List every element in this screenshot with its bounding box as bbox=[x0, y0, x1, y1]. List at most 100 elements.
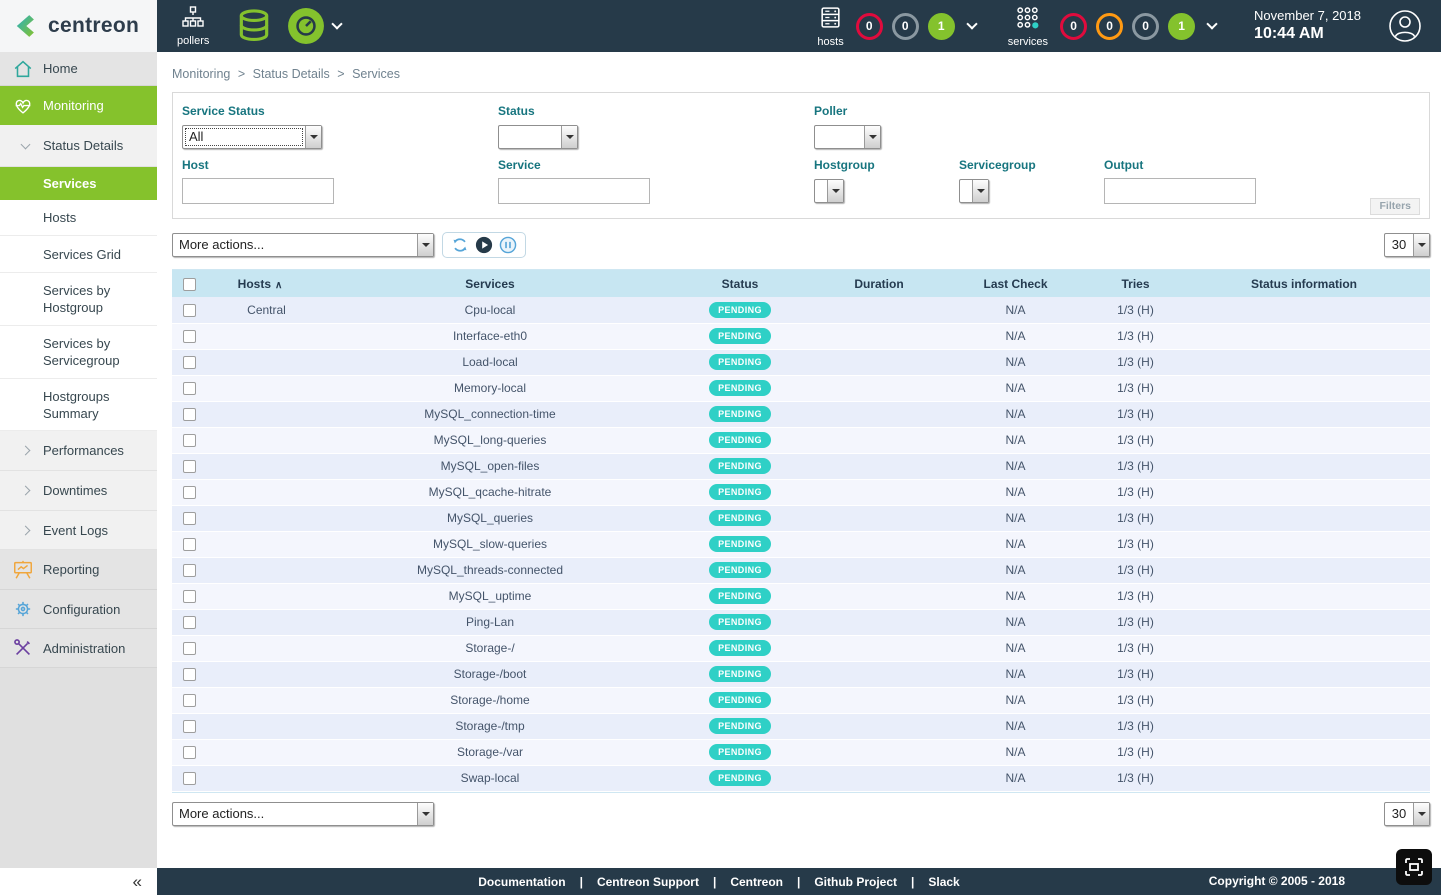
services-chevron-icon[interactable] bbox=[1206, 18, 1217, 29]
host-cell[interactable] bbox=[200, 323, 320, 349]
row-checkbox[interactable] bbox=[183, 408, 196, 421]
column-header-hosts[interactable]: Hosts∧ bbox=[200, 270, 320, 297]
services-warning-counter[interactable]: 0 bbox=[1096, 13, 1123, 40]
service-cell[interactable]: MySQL_long-queries bbox=[320, 427, 660, 453]
table-row[interactable]: Central Cpu-local PENDING N/A 1/3 (H) bbox=[172, 297, 1430, 323]
service-cell[interactable]: MySQL_queries bbox=[320, 505, 660, 531]
gauge-status-icon[interactable] bbox=[287, 7, 325, 45]
sidebar-item-services[interactable]: Services bbox=[0, 167, 157, 200]
column-header-duration[interactable]: Duration bbox=[820, 270, 938, 297]
host-cell[interactable] bbox=[200, 401, 320, 427]
row-checkbox[interactable] bbox=[183, 720, 196, 733]
service-cell[interactable]: Load-local bbox=[320, 349, 660, 375]
table-row[interactable]: Memory-local PENDING N/A 1/3 (H) bbox=[172, 375, 1430, 401]
fullscreen-button[interactable] bbox=[1396, 849, 1432, 885]
column-header-last-check[interactable]: Last Check bbox=[938, 270, 1093, 297]
table-row[interactable]: Storage-/ PENDING N/A 1/3 (H) bbox=[172, 635, 1430, 661]
table-row[interactable]: Storage-/home PENDING N/A 1/3 (H) bbox=[172, 687, 1430, 713]
output-input[interactable] bbox=[1104, 178, 1256, 204]
service-status-select[interactable]: All bbox=[182, 125, 322, 149]
table-row[interactable]: MySQL_threads-connected PENDING N/A 1/3 … bbox=[172, 557, 1430, 583]
service-cell[interactable]: MySQL_threads-connected bbox=[320, 557, 660, 583]
row-checkbox[interactable] bbox=[183, 512, 196, 525]
sidebar-item-hostgroups-summary[interactable]: Hostgroups Summary bbox=[0, 379, 157, 431]
hostgroup-select[interactable] bbox=[814, 179, 844, 203]
page-size-select-bottom[interactable]: 30 bbox=[1384, 802, 1430, 826]
table-row[interactable]: MySQL_long-queries PENDING N/A 1/3 (H) bbox=[172, 427, 1430, 453]
service-cell[interactable]: MySQL_connection-time bbox=[320, 401, 660, 427]
row-checkbox[interactable] bbox=[183, 746, 196, 759]
table-row[interactable]: MySQL_uptime PENDING N/A 1/3 (H) bbox=[172, 583, 1430, 609]
host-cell[interactable] bbox=[200, 687, 320, 713]
host-cell[interactable] bbox=[200, 557, 320, 583]
service-cell[interactable]: MySQL_qcache-hitrate bbox=[320, 479, 660, 505]
hosts-up-counter[interactable]: 1 bbox=[928, 13, 955, 40]
user-profile-icon[interactable] bbox=[1387, 8, 1423, 44]
service-input[interactable] bbox=[498, 178, 650, 204]
row-checkbox[interactable] bbox=[183, 382, 196, 395]
sidebar-item-home[interactable]: Home bbox=[0, 52, 157, 86]
host-cell[interactable] bbox=[200, 635, 320, 661]
sidebar-item-services-grid[interactable]: Services Grid bbox=[0, 236, 157, 273]
column-header-status[interactable]: Status bbox=[660, 270, 820, 297]
table-row[interactable]: MySQL_qcache-hitrate PENDING N/A 1/3 (H) bbox=[172, 479, 1430, 505]
table-row[interactable]: Ping-Lan PENDING N/A 1/3 (H) bbox=[172, 609, 1430, 635]
breadcrumb-monitoring[interactable]: Monitoring bbox=[172, 67, 230, 81]
sidebar-item-administration[interactable]: Administration bbox=[0, 629, 157, 668]
service-cell[interactable]: Storage-/var bbox=[320, 739, 660, 765]
service-cell[interactable]: Cpu-local bbox=[320, 297, 660, 323]
column-header-services[interactable]: Services bbox=[320, 270, 660, 297]
sidebar-item-event-logs[interactable]: Event Logs bbox=[0, 511, 157, 550]
row-checkbox[interactable] bbox=[183, 356, 196, 369]
host-cell[interactable] bbox=[200, 609, 320, 635]
filters-button[interactable]: Filters bbox=[1370, 198, 1420, 215]
more-actions-select-top[interactable]: More actions... bbox=[172, 233, 434, 257]
host-cell[interactable] bbox=[200, 453, 320, 479]
host-cell[interactable] bbox=[200, 713, 320, 739]
breadcrumb-status-details[interactable]: Status Details bbox=[253, 67, 330, 81]
sidebar-collapse-button[interactable]: « bbox=[0, 868, 157, 895]
more-actions-select-bottom[interactable]: More actions... bbox=[172, 802, 434, 826]
table-row[interactable]: MySQL_connection-time PENDING N/A 1/3 (H… bbox=[172, 401, 1430, 427]
service-cell[interactable]: Storage-/ bbox=[320, 635, 660, 661]
table-row[interactable]: Load-local PENDING N/A 1/3 (H) bbox=[172, 349, 1430, 375]
row-checkbox[interactable] bbox=[183, 668, 196, 681]
table-row[interactable]: Storage-/var PENDING N/A 1/3 (H) bbox=[172, 739, 1430, 765]
host-cell[interactable] bbox=[200, 427, 320, 453]
service-cell[interactable]: Storage-/home bbox=[320, 687, 660, 713]
host-cell[interactable] bbox=[200, 661, 320, 687]
row-checkbox[interactable] bbox=[183, 694, 196, 707]
service-cell[interactable]: Storage-/boot bbox=[320, 661, 660, 687]
service-cell[interactable]: Interface-eth0 bbox=[320, 323, 660, 349]
services-unknown-counter[interactable]: 0 bbox=[1132, 13, 1159, 40]
table-row[interactable]: MySQL_slow-queries PENDING N/A 1/3 (H) bbox=[172, 531, 1430, 557]
host-cell[interactable] bbox=[200, 531, 320, 557]
footer-link-documentation[interactable]: Documentation bbox=[478, 875, 565, 889]
centreon-logo[interactable]: centreon bbox=[0, 0, 157, 52]
host-cell[interactable]: Central bbox=[200, 297, 320, 323]
sidebar-item-services-by-hostgroup[interactable]: Services by Hostgroup bbox=[0, 273, 157, 326]
pause-button[interactable] bbox=[499, 236, 517, 254]
row-checkbox[interactable] bbox=[183, 564, 196, 577]
footer-link-github-project[interactable]: Github Project bbox=[814, 875, 897, 889]
row-checkbox[interactable] bbox=[183, 616, 196, 629]
hosts-down-counter[interactable]: 0 bbox=[856, 13, 883, 40]
host-cell[interactable] bbox=[200, 375, 320, 401]
service-cell[interactable]: Memory-local bbox=[320, 375, 660, 401]
hosts-menu[interactable]: hosts bbox=[817, 5, 843, 48]
breadcrumb-services[interactable]: Services bbox=[352, 67, 400, 81]
service-cell[interactable]: Ping-Lan bbox=[320, 609, 660, 635]
row-checkbox[interactable] bbox=[183, 330, 196, 343]
sidebar-item-monitoring[interactable]: Monitoring bbox=[0, 86, 157, 125]
host-cell[interactable] bbox=[200, 505, 320, 531]
row-checkbox[interactable] bbox=[183, 590, 196, 603]
poller-status-chevron-icon[interactable] bbox=[332, 18, 343, 29]
poller-select[interactable] bbox=[814, 125, 881, 149]
sidebar-item-services-by-servicegroup[interactable]: Services by Servicegroup bbox=[0, 326, 157, 379]
sidebar-item-performances[interactable]: Performances bbox=[0, 431, 157, 471]
servicegroup-select[interactable] bbox=[959, 179, 989, 203]
footer-link-centreon[interactable]: Centreon bbox=[730, 875, 783, 889]
table-row[interactable]: Storage-/boot PENDING N/A 1/3 (H) bbox=[172, 661, 1430, 687]
page-size-select-top[interactable]: 30 bbox=[1384, 233, 1430, 257]
row-checkbox[interactable] bbox=[183, 538, 196, 551]
